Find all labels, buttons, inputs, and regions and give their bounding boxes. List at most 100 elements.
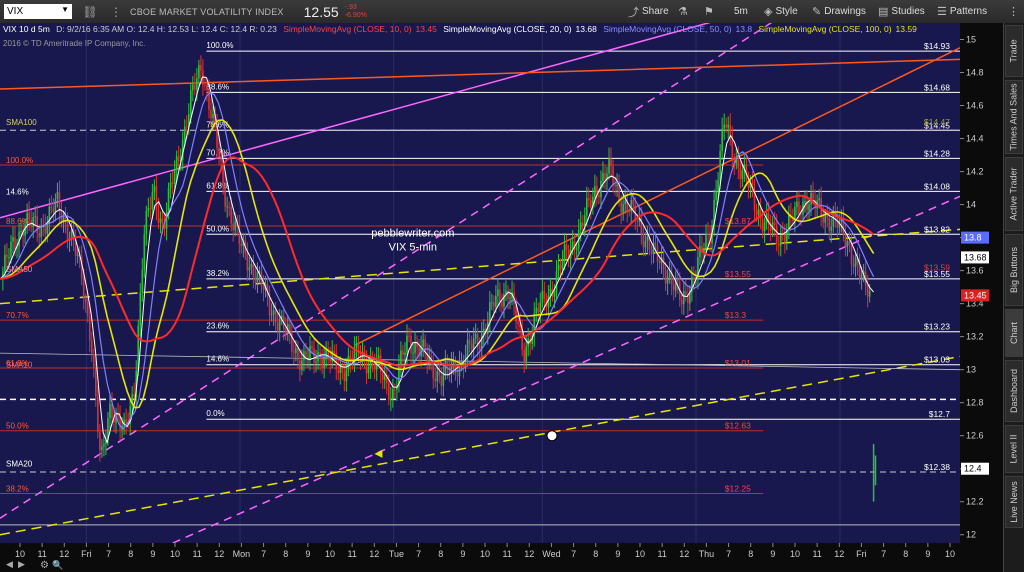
fib-white-label: 0.0% xyxy=(206,409,224,418)
sidebar-tab-active-trader[interactable]: Active Trader xyxy=(1005,157,1023,231)
sidebar-tab-trade[interactable]: Trade xyxy=(1005,25,1023,77)
beaker-button[interactable]: ⚗ xyxy=(678,4,688,19)
candle-body xyxy=(224,183,226,207)
more-button[interactable]: ⋮ xyxy=(1008,4,1019,19)
x-tick-label: Tue xyxy=(389,549,404,559)
dots-icon[interactable]: ⋮ xyxy=(108,4,124,20)
candle-body xyxy=(796,201,798,207)
patterns-label: Patterns xyxy=(949,6,988,17)
share-button[interactable]: ⤴ Share xyxy=(628,4,669,19)
candle-body xyxy=(295,348,297,353)
candle-body xyxy=(284,328,287,332)
sidebar-tab-dashboard[interactable]: Dashboard xyxy=(1005,360,1023,422)
legend-sma20: SimpleMovingAvg (CLOSE, 20, 0) xyxy=(443,24,572,34)
candle-body xyxy=(622,204,624,213)
x-tick-label: Wed xyxy=(542,549,560,559)
candle-body xyxy=(585,198,588,216)
candle-body xyxy=(56,192,59,200)
candle-body xyxy=(632,199,635,205)
right-price-label: $14.08 xyxy=(924,181,950,191)
flag-button[interactable]: ⚑ xyxy=(704,4,714,19)
x-tick-label: 10 xyxy=(480,549,490,559)
candle-body xyxy=(390,398,392,401)
y-tick-label: 13.2 xyxy=(966,332,984,342)
y-tick-label: 12.2 xyxy=(966,497,984,507)
style-button[interactable]: ◈ Style xyxy=(764,4,798,19)
candle-body xyxy=(472,338,475,350)
sidebar-tab-big-buttons[interactable]: Big Buttons xyxy=(1005,234,1023,306)
candle-body xyxy=(608,158,610,174)
candle-body xyxy=(402,350,404,355)
chart-toolbar: VIX ▼ ⛓ ⋮ CBOE MARKET VOLATILITY INDEX 12… xyxy=(0,0,1024,24)
patterns-button[interactable]: ☰ Patterns xyxy=(937,4,987,19)
drawings-button[interactable]: ✎ Drawings xyxy=(812,4,866,19)
candle-body xyxy=(12,237,14,242)
axis-price-badge-text: 12.4 xyxy=(964,464,982,474)
legend-sma50: SimpleMovingAvg (CLOSE, 50, 0) xyxy=(603,24,732,34)
candle-body xyxy=(333,350,336,353)
candle-body xyxy=(26,212,28,225)
candle-body xyxy=(355,343,358,348)
candle-body xyxy=(682,291,685,305)
candle-body xyxy=(6,254,8,258)
candle-body xyxy=(818,198,820,201)
candle-body xyxy=(311,346,313,349)
timeframe-button[interactable]: 5m xyxy=(734,4,748,19)
candle-body xyxy=(452,361,455,364)
sidebar-tab-times-and-sales[interactable]: Times And Sales xyxy=(1005,80,1023,154)
scroll-left-icon: ◀ xyxy=(6,559,13,569)
x-tick-label: 11 xyxy=(812,549,821,559)
x-tick-label: 10 xyxy=(635,549,645,559)
candle-body xyxy=(482,328,485,334)
price-chart[interactable]: 100.0%88.6%70.7%61.8%50.0%38.2%100.0%88.… xyxy=(0,23,1004,572)
candle-body xyxy=(525,346,527,362)
y-tick-label: 14.8 xyxy=(966,68,984,78)
candle-body xyxy=(32,217,34,227)
left-level-label: SMA50 xyxy=(6,265,33,274)
x-tick-label: 8 xyxy=(438,549,443,559)
candle-body xyxy=(642,233,645,248)
candle-body xyxy=(339,366,342,374)
candle-body xyxy=(798,201,800,214)
candle-body xyxy=(773,222,776,226)
studies-button[interactable]: ▤ Studies xyxy=(878,4,925,19)
candle-body xyxy=(408,335,410,337)
candle-body xyxy=(777,243,780,246)
candle-body xyxy=(438,371,441,376)
chevron-down-icon[interactable]: ▼ xyxy=(61,5,69,14)
sidebar-tab-level-ii[interactable]: Level II xyxy=(1005,425,1023,473)
candle-body xyxy=(808,204,810,211)
legend-sma100-value: 13.59 xyxy=(895,24,917,34)
candle-body xyxy=(594,186,596,198)
candle-body xyxy=(276,322,279,331)
candle-body xyxy=(489,302,491,322)
candle-body xyxy=(820,198,822,215)
right-price-label: $13.55 xyxy=(924,269,950,279)
y-tick-label: 14.2 xyxy=(966,167,984,177)
x-tick-label: 11 xyxy=(657,549,666,559)
symbol-input[interactable]: VIX ▼ xyxy=(4,4,72,19)
share-icon: ⤴ xyxy=(628,6,639,19)
copyright: 2016 © TD Ameritrade IP Company, Inc. xyxy=(3,39,146,48)
link-icon[interactable]: ⛓ xyxy=(82,4,98,20)
candle-body xyxy=(44,225,47,234)
right-price-label: $13.23 xyxy=(924,322,950,332)
sidebar-tab-live-news[interactable]: Live News xyxy=(1005,476,1023,528)
candle-body xyxy=(173,169,176,184)
x-tick-label: 11 xyxy=(37,549,46,559)
candle-body xyxy=(86,302,89,316)
x-tick-label: Fri xyxy=(81,549,92,559)
candle-body xyxy=(171,182,174,184)
candle-body xyxy=(541,290,544,303)
candle-body xyxy=(406,335,408,353)
candle-body xyxy=(8,256,10,258)
candle-body xyxy=(404,352,406,355)
candle-body xyxy=(543,290,546,300)
candle-body xyxy=(612,166,614,185)
candle-body xyxy=(323,357,325,368)
candle-body xyxy=(741,170,744,179)
candle-body xyxy=(54,199,57,213)
patterns-icon: ☰ xyxy=(937,6,947,18)
sidebar-tab-chart[interactable]: Chart xyxy=(1005,309,1023,357)
candle-body xyxy=(436,371,439,382)
